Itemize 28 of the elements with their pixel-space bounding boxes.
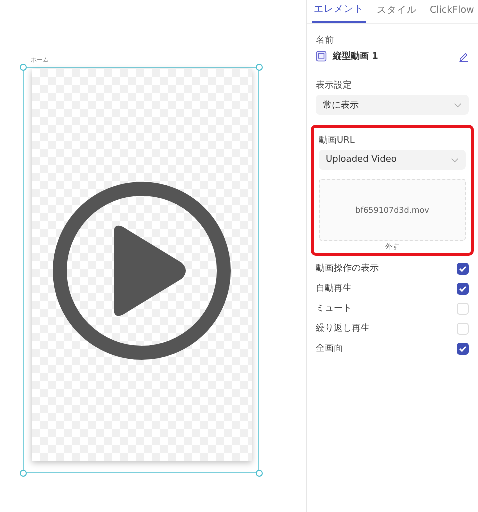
option-label: 全画面 <box>316 342 343 355</box>
option-label: ミュート <box>316 303 352 315</box>
video-source-dropdown[interactable]: Uploaded Video <box>319 150 466 170</box>
frame-icon <box>316 51 327 62</box>
option-label: 繰り返し再生 <box>316 322 370 335</box>
checkbox[interactable] <box>457 342 469 354</box>
resize-handle[interactable] <box>256 64 263 71</box>
visibility-dropdown[interactable]: 常に表示 <box>316 95 469 115</box>
checkbox[interactable] <box>457 282 469 294</box>
resize-handle[interactable] <box>20 470 27 477</box>
tab[interactable]: スタイル <box>375 0 419 23</box>
element-name: 縦型動画 1 <box>333 50 380 63</box>
field-label: 名前 <box>316 34 335 47</box>
file-name: bf659107d3d.mov <box>356 206 430 214</box>
field-label: 動画URL <box>319 134 356 147</box>
tab[interactable]: ClickFlow <box>428 0 476 23</box>
chevron-down-icon <box>451 158 459 162</box>
play-icon <box>52 181 232 361</box>
field-label: 表示設定 <box>316 80 353 92</box>
checkbox[interactable] <box>457 262 469 274</box>
chevron-down-icon <box>454 102 462 108</box>
tab[interactable]: エレメント <box>312 0 366 23</box>
edit-icon[interactable] <box>459 52 469 62</box>
resize-handle[interactable] <box>256 470 263 477</box>
option-label: 動画操作の表示 <box>316 262 379 275</box>
resize-handle[interactable] <box>20 64 27 71</box>
upload-area[interactable]: bf659107d3d.mov <box>319 179 466 241</box>
option-label: 自動再生 <box>316 282 352 295</box>
